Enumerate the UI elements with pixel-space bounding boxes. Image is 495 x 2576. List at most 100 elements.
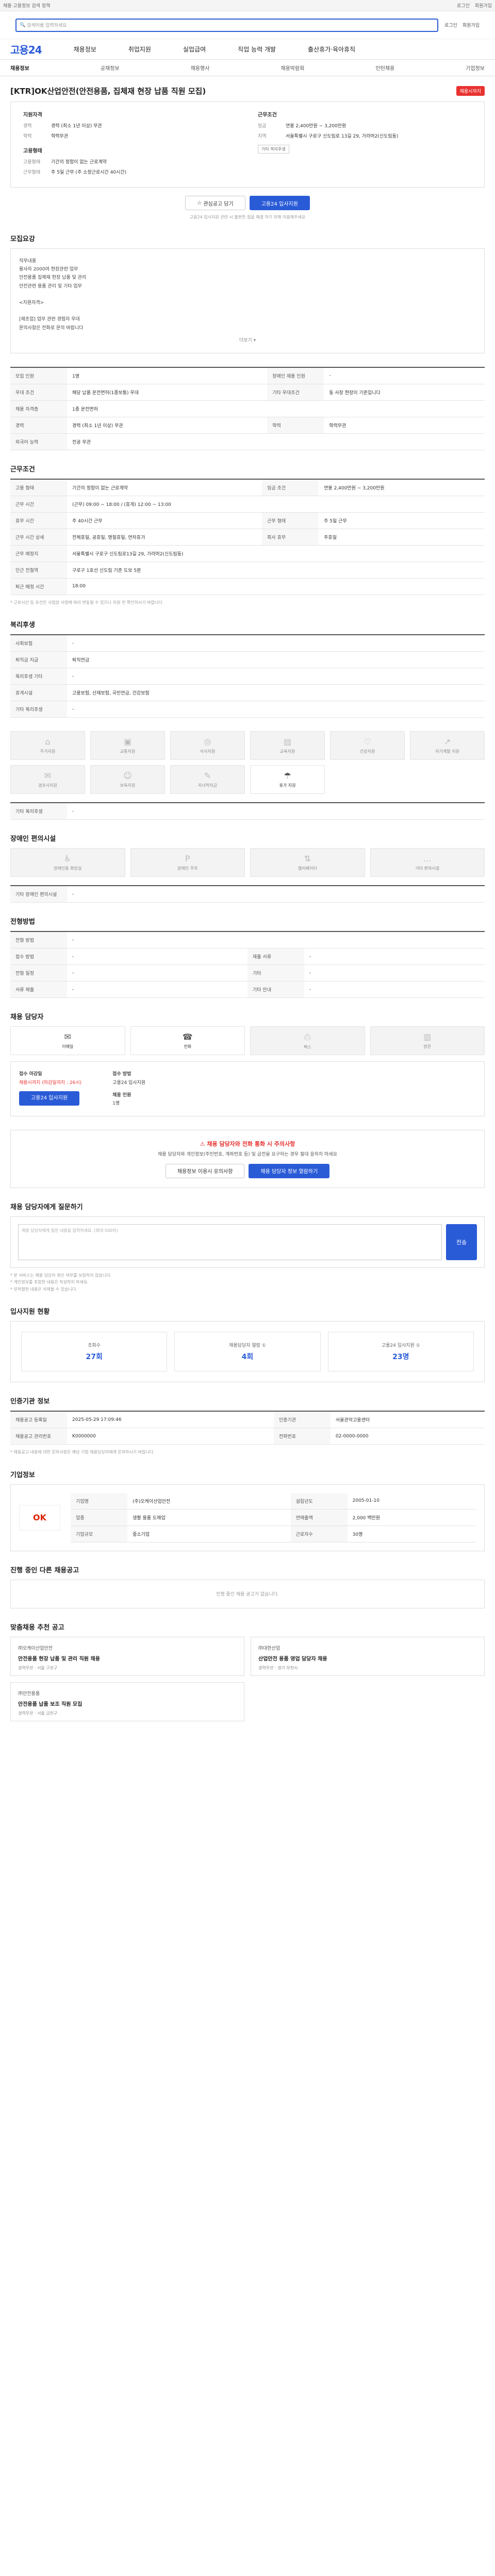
similar-card[interactable]: ㈜안전용품 안전용품 납품 보조 직원 모집 경력무관 · 서울 금천구 (10, 1682, 244, 1721)
card-meta: 경력무관 · 서울 구로구 (18, 1665, 58, 1670)
alert-guide-button[interactable]: 채용정보 이용시 유의사항 (165, 1163, 245, 1178)
stat-applied: 고용24 입사지원 ① 23명 (327, 1332, 474, 1372)
cond-heading: 근무조건 (10, 465, 35, 473)
contact-label: 이메일 (62, 1044, 74, 1049)
contact-email[interactable]: ✉ 이메일 (10, 1026, 125, 1056)
table-cell: - (67, 948, 248, 965)
contact-visit: ▥ 방문 (370, 1026, 485, 1056)
table-row: 채용 자격증 1종 운전면허 (10, 400, 485, 417)
top-link-login[interactable]: 로그인 (457, 2, 470, 9)
subnav-item-company[interactable]: 기업정보 (466, 64, 485, 72)
table-header: 기타 복리후생 (10, 701, 67, 718)
table-header: 채용공고 관리번호 (10, 1428, 67, 1445)
table-header: 기타 안내 (248, 981, 304, 998)
qa-heading: 채용 담당자에게 질문하기 (10, 1203, 83, 1211)
table-row: 근무 시간 (근무) 09:00 ~ 18:00 / (휴게) 12:00 ~ 1… (10, 496, 485, 513)
search-input[interactable]: 🔍 검색어를 입력하세요 (15, 18, 439, 32)
gift-icon: ✉ (44, 771, 52, 781)
top-left: 채용·고용정보 검색 정책 (3, 4, 51, 9)
stat-label: 고용24 입사지원 ① (381, 1343, 420, 1349)
gnb: 고용24 채용정보 취업지원 실업급여 직업 능력 개발 출산휴가·육아휴직 (0, 39, 495, 60)
bus-icon: ▣ (123, 737, 132, 747)
gnb-menu-training[interactable]: 직업 능력 개발 (238, 45, 276, 54)
card-meta: 경력무관 · 서울 금천구 (18, 1710, 58, 1716)
contact-apply-button[interactable]: 고용24 입사지원 (19, 1091, 80, 1106)
contact-grid: ✉ 이메일 ☎ 전화 ⎙ 팩스 ▥ 방문 (10, 1026, 485, 1056)
search-row: 🔍 검색어를 입력하세요 로그인 회원가입 (0, 11, 495, 39)
gnb-menu-support[interactable]: 취업지원 (128, 45, 151, 54)
top-links: 로그인 회원가입 (457, 2, 492, 9)
section-info: 인증기관 정보 채용공고 등록일 2025-05-29 17:09:46 인증기관 서… (5, 1396, 490, 1456)
util-login[interactable]: 로그인 (444, 22, 457, 28)
table-cell: 02-0000-0000 (330, 1428, 485, 1445)
table-header: 기업명 (71, 1493, 128, 1510)
gnb-menu-benefit[interactable]: 실업급여 (183, 45, 206, 54)
welfare-item: ▣ 교통지원 (90, 731, 165, 760)
contact-phone[interactable]: ☎ 전화 (130, 1026, 245, 1056)
welfare-item: ↗ 자기계발 지원 (410, 731, 485, 760)
table-header: 기업규모 (71, 1526, 128, 1543)
table-cell: 서울관악고용센터 (330, 1411, 485, 1429)
people-label: 채용 인원 (112, 1092, 131, 1098)
table-row: 접수 방법 - 제출 서류 - (10, 948, 485, 965)
table-row: 기업명 (주)오케이산업안전 설립년도 2005-01-10 (71, 1493, 476, 1510)
welfare-label: 교육지원 (279, 749, 295, 754)
scrap-button[interactable]: ☆ 관심공고 담기 (185, 196, 245, 210)
similar-card[interactable]: ㈜오케이산업안전 안전용품 현장 납품 및 관리 직원 채용 경력무관 · 서울 구… (10, 1636, 244, 1676)
welfare-label: 교통지원 (120, 749, 136, 754)
util-join[interactable]: 회원가입 (463, 22, 480, 28)
disabled-label: 기타 편의시설 (415, 866, 440, 871)
qa-send-button[interactable]: 전송 (446, 1224, 477, 1260)
content: [KTR]OK산업안전(안전용품, 집체재 현장 납품 직원 모집) 채용시까지… (0, 76, 495, 1721)
section-detail: 모집요강 직무내용 용사자 2000여 현장관련 업무 안전용품 집체재 현장 … (5, 233, 490, 353)
job-title: [KTR]OK산업안전(안전용품, 집체재 현장 납품 직원 모집) (10, 87, 206, 96)
table-header: 채용 자격증 (10, 400, 67, 417)
etc-icon: … (423, 854, 432, 864)
gnb-menu-leave[interactable]: 출산휴가·육아휴직 (308, 45, 355, 54)
table-cell: 전공 무관 (67, 433, 485, 450)
table-cell: 주 40시간 근무 (67, 512, 262, 529)
child-icon: ☺ (123, 771, 132, 781)
similar-card[interactable]: ㈜대한산업 산업안전 용품 영업 담당자 채용 경력무관 · 경기 부천시 (251, 1636, 485, 1676)
disabled-label: 장애인용 화장실 (54, 866, 82, 871)
top-link-join[interactable]: 회원가입 (475, 2, 492, 9)
disabled-item: ⇅ 엘리베이터 (250, 848, 365, 877)
table-row: 근무 예정지 서울특별시 구로구 신도림로13길 29, 가라머2(신도림동) (10, 545, 485, 562)
welfare-tag: 기타 복리후생 (258, 145, 289, 154)
qa-note: * 개인정보를 포함한 내용은 작성하지 마세요. (10, 1280, 89, 1285)
table-header: 인증기관 (273, 1411, 331, 1429)
qa-input[interactable]: 채용 담당자에게 질문 내용을 입력하세요. (최대 500자) (18, 1224, 442, 1260)
job-title-row: [KTR]OK산업안전(안전용품, 집체재 현장 납품 직원 모집) 채용시까지 (5, 76, 490, 101)
alert-view-button[interactable]: 채용 담당자 정보 열람하기 (249, 1163, 330, 1178)
company-box: OK 기업명 (주)오케이산업안전 설립년도 2005-01-10 업종 생활 용품 도… (10, 1484, 485, 1551)
company-logo: OK (19, 1504, 61, 1531)
section-requirements: 모집 인원 1명 장애인 채용 인원 - 우대 조건 해당 납품 운전면허(1종보통) … (5, 366, 490, 450)
contact-label: 팩스 (303, 1044, 311, 1049)
detail-more-link[interactable]: 더보기 ▾ (19, 332, 476, 345)
table-header: 기타 우대조건 (267, 384, 324, 401)
phone-icon: ☎ (182, 1032, 193, 1042)
welfare-label: 건강지원 (359, 749, 375, 754)
table-cell: 1명 (67, 367, 268, 384)
kv-value: 기간의 정함이 없는 근로계약 (51, 160, 107, 165)
contact-label: 전화 (184, 1044, 192, 1049)
subnav-item-public[interactable]: 공채정보 (101, 64, 120, 72)
card-title: 산업안전 용품 영업 담당자 채용 (258, 1656, 327, 1662)
recent-empty: 진행 중인 채용 공고가 없습니다. (10, 1579, 485, 1608)
site-logo[interactable]: 고용24 (10, 42, 42, 57)
subnav-item-jobs[interactable]: 채용정보 (10, 64, 29, 72)
apply-info-box: 접수 마감일 채용시까지 (마감일까지 : 26시) 고용24 입사지원 접수 … (10, 1061, 485, 1117)
table-header: 휴게시설 (10, 684, 67, 702)
process-table: 전형 방법 - 접수 방법 - 제출 서류 - 전형 일정 - 기타 - 서류 제출 - 기타 안… (10, 931, 485, 998)
apply-button[interactable]: 고용24 입사지원 (249, 196, 310, 210)
summary-recruit-heading: 지원자격 (23, 112, 42, 118)
welfare-item: ⌂ 주거지원 (10, 731, 85, 760)
subnav-item-event[interactable]: 채용행사 (191, 64, 210, 72)
section-disabled: 장애인 편의시설 ♿ 장애인용 화장실 P 장애인 주차 ⇅ 엘리베이터 … 기타 편의… (5, 833, 490, 903)
gnb-menu-jobs[interactable]: 채용정보 (74, 45, 96, 54)
subnav-item-fair[interactable]: 채용박람회 (280, 64, 304, 72)
welfare-item: ◎ 식사지원 (170, 731, 245, 760)
apply-notice: 고용24 입사지원 관련 시 불편한 점을 해결 하기 위해 이용해주세요 (189, 215, 306, 219)
subnav-item-intern[interactable]: 인턴채용 (375, 64, 394, 72)
stat-value: 23명 (392, 1353, 409, 1362)
